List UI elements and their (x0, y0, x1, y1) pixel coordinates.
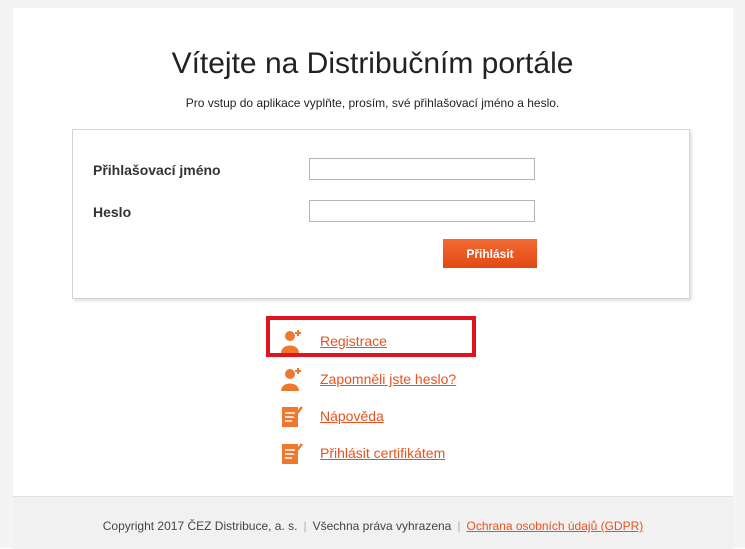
user-add-icon (280, 366, 304, 392)
privacy-link[interactable]: Ochrana osobních údajů (GDPR) (466, 519, 643, 533)
page-subtitle: Pro vstup do aplikace vyplňte, prosím, s… (185, 96, 560, 110)
certificate-login-link[interactable]: Přihlásit certifikátem (320, 445, 445, 461)
highlight-annotation (266, 316, 476, 357)
login-button[interactable]: Přihlásit (443, 239, 537, 268)
top-background-strip (0, 0, 745, 8)
footer-separator: | (457, 519, 461, 533)
link-row-help[interactable]: Nápověda (280, 403, 384, 429)
help-link[interactable]: Nápověda (320, 408, 384, 424)
right-background-strip (733, 0, 745, 548)
footer: Copyright 2017 ČEZ Distribuce, a. s. | Vše… (13, 496, 733, 549)
username-label: Přihlašovací jméno (93, 162, 221, 178)
forgot-password-link[interactable]: Zapomněli jste heslo? (320, 371, 456, 387)
login-form: Přihlašovací jméno Heslo Přihlásit (72, 129, 690, 299)
left-background-strip (0, 0, 13, 548)
username-input[interactable] (309, 158, 535, 180)
password-input[interactable] (309, 200, 535, 222)
footer-separator: | (303, 519, 307, 533)
document-edit-icon (280, 440, 304, 466)
link-row-certificate-login[interactable]: Přihlásit certifikátem (280, 440, 445, 466)
rights-text: Všechna práva vyhrazena (312, 519, 452, 533)
footer-line: Copyright 2017 ČEZ Distribuce, a. s. | Vše… (13, 519, 733, 533)
copyright-text: Copyright 2017 ČEZ Distribuce, a. s. (102, 519, 298, 533)
page-title: Vítejte na Distribučním portále (171, 47, 574, 80)
link-row-forgot-password[interactable]: Zapomněli jste heslo? (280, 366, 456, 392)
document-edit-icon (280, 403, 304, 429)
password-label: Heslo (93, 204, 132, 220)
